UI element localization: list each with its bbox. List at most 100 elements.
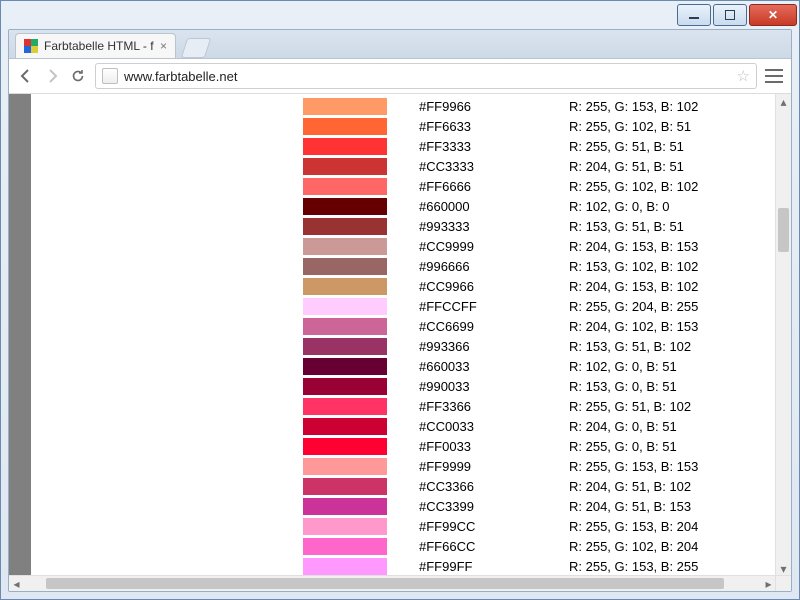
horizontal-scrollbar[interactable]: ◂ ▸ xyxy=(9,575,776,591)
color-swatch xyxy=(303,98,387,115)
window-maximize-button[interactable] xyxy=(713,4,747,26)
browser-menu-button[interactable] xyxy=(765,69,783,83)
vertical-scrollbar[interactable]: ▴ ▾ xyxy=(775,94,791,576)
browser-frame: Farbtabelle HTML - farbta × www.farbtabe… xyxy=(8,29,792,592)
color-swatch xyxy=(303,318,387,335)
hex-value: #990033 xyxy=(387,379,549,394)
color-swatch xyxy=(303,418,387,435)
hex-value: #993333 xyxy=(387,219,549,234)
table-row: #993366R: 153, G: 51, B: 102 xyxy=(31,336,776,356)
vscroll-thumb[interactable] xyxy=(778,208,789,252)
window-titlebar: ✕ xyxy=(1,1,799,29)
table-row: #FF3366R: 255, G: 51, B: 102 xyxy=(31,396,776,416)
color-table: #FF9966R: 255, G: 153, B: 102#FF6633R: 2… xyxy=(31,94,776,576)
browser-tab[interactable]: Farbtabelle HTML - farbta × xyxy=(15,33,176,58)
browser-toolbar: www.farbtabelle.net ☆ xyxy=(9,59,791,94)
rgb-value: R: 255, G: 204, B: 255 xyxy=(549,299,698,314)
table-row: #FF99FFR: 255, G: 153, B: 255 xyxy=(31,556,776,576)
rgb-value: R: 204, G: 51, B: 102 xyxy=(549,479,691,494)
color-swatch xyxy=(303,518,387,535)
hex-value: #FF66CC xyxy=(387,539,549,554)
rgb-value: R: 204, G: 153, B: 153 xyxy=(549,239,698,254)
table-row: #660033R: 102, G: 0, B: 51 xyxy=(31,356,776,376)
new-tab-button[interactable] xyxy=(181,38,211,58)
rgb-value: R: 204, G: 51, B: 153 xyxy=(549,499,691,514)
table-row: #CC3399R: 204, G: 51, B: 153 xyxy=(31,496,776,516)
color-swatch xyxy=(303,478,387,495)
bookmark-star-icon[interactable]: ☆ xyxy=(737,67,750,85)
color-swatch xyxy=(303,378,387,395)
scroll-right-button[interactable]: ▸ xyxy=(761,576,776,591)
color-swatch xyxy=(303,178,387,195)
table-row: #CC3366R: 204, G: 51, B: 102 xyxy=(31,476,776,496)
rgb-value: R: 204, G: 153, B: 102 xyxy=(549,279,698,294)
table-row: #FF66CCR: 255, G: 102, B: 204 xyxy=(31,536,776,556)
hscroll-thumb[interactable] xyxy=(46,578,724,589)
table-row: #CC3333R: 204, G: 51, B: 51 xyxy=(31,156,776,176)
table-row: #FF3333R: 255, G: 51, B: 51 xyxy=(31,136,776,156)
address-bar[interactable]: www.farbtabelle.net ☆ xyxy=(95,63,757,89)
rgb-value: R: 255, G: 153, B: 153 xyxy=(549,459,698,474)
rgb-value: R: 255, G: 153, B: 204 xyxy=(549,519,698,534)
table-row: #660000R: 102, G: 0, B: 0 xyxy=(31,196,776,216)
table-row: #993333R: 153, G: 51, B: 51 xyxy=(31,216,776,236)
reload-button[interactable] xyxy=(69,67,87,85)
color-swatch xyxy=(303,498,387,515)
table-row: #996666R: 153, G: 102, B: 102 xyxy=(31,256,776,276)
hex-value: #CC9966 xyxy=(387,279,549,294)
color-swatch xyxy=(303,158,387,175)
color-swatch xyxy=(303,298,387,315)
scroll-down-button[interactable]: ▾ xyxy=(776,561,791,576)
hex-value: #FF9999 xyxy=(387,459,549,474)
rgb-value: R: 255, G: 0, B: 51 xyxy=(549,439,677,454)
hex-value: #FF99CC xyxy=(387,519,549,534)
tab-close-icon[interactable]: × xyxy=(160,39,167,53)
rgb-value: R: 102, G: 0, B: 51 xyxy=(549,359,677,374)
hex-value: #FF6666 xyxy=(387,179,549,194)
url-text: www.farbtabelle.net xyxy=(124,69,737,84)
window-close-button[interactable]: ✕ xyxy=(749,4,797,26)
rgb-value: R: 204, G: 102, B: 153 xyxy=(549,319,698,334)
hex-value: #660033 xyxy=(387,359,549,374)
window-minimize-button[interactable] xyxy=(677,4,711,26)
table-row: #990033R: 153, G: 0, B: 51 xyxy=(31,376,776,396)
table-row: #FFCCFFR: 255, G: 204, B: 255 xyxy=(31,296,776,316)
color-swatch xyxy=(303,238,387,255)
page-content[interactable]: #FF9966R: 255, G: 153, B: 102#FF6633R: 2… xyxy=(9,94,776,576)
color-swatch xyxy=(303,398,387,415)
hscroll-track[interactable] xyxy=(24,576,761,591)
table-row: #CC6699R: 204, G: 102, B: 153 xyxy=(31,316,776,336)
hex-value: #FF99FF xyxy=(387,559,549,574)
page-viewport: #FF9966R: 255, G: 153, B: 102#FF6633R: 2… xyxy=(9,94,791,591)
forward-button[interactable] xyxy=(43,67,61,85)
hex-value: #996666 xyxy=(387,259,549,274)
rgb-value: R: 255, G: 102, B: 102 xyxy=(549,179,698,194)
hex-value: #CC3366 xyxy=(387,479,549,494)
rgb-value: R: 255, G: 51, B: 51 xyxy=(549,139,684,154)
color-swatch xyxy=(303,278,387,295)
color-swatch xyxy=(303,358,387,375)
scroll-up-button[interactable]: ▴ xyxy=(776,94,791,109)
hex-value: #CC3399 xyxy=(387,499,549,514)
color-swatch xyxy=(303,558,387,575)
hex-value: #FF9966 xyxy=(387,99,549,114)
color-swatch xyxy=(303,258,387,275)
os-window: ✕ Farbtabelle HTML - farbta × www xyxy=(0,0,800,600)
table-row: #FF6666R: 255, G: 102, B: 102 xyxy=(31,176,776,196)
back-button[interactable] xyxy=(17,67,35,85)
hex-value: #993366 xyxy=(387,339,549,354)
vscroll-track[interactable] xyxy=(776,109,791,561)
rgb-value: R: 255, G: 102, B: 204 xyxy=(549,539,698,554)
scroll-left-button[interactable]: ◂ xyxy=(9,576,24,591)
rgb-value: R: 102, G: 0, B: 0 xyxy=(549,199,669,214)
tab-title: Farbtabelle HTML - farbta xyxy=(44,39,154,53)
color-swatch xyxy=(303,118,387,135)
color-swatch xyxy=(303,198,387,215)
rgb-value: R: 153, G: 102, B: 102 xyxy=(549,259,698,274)
color-swatch xyxy=(303,218,387,235)
hex-value: #FF6633 xyxy=(387,119,549,134)
hex-value: #FF3333 xyxy=(387,139,549,154)
table-row: #FF9999R: 255, G: 153, B: 153 xyxy=(31,456,776,476)
rgb-value: R: 204, G: 51, B: 51 xyxy=(549,159,684,174)
table-row: #FF9966R: 255, G: 153, B: 102 xyxy=(31,96,776,116)
